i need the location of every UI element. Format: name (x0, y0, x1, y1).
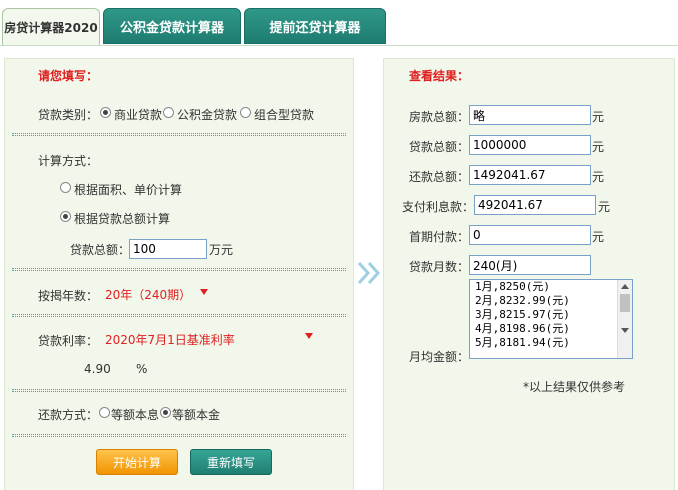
repay-total-unit: 元 (592, 170, 605, 184)
rate-value[interactable]: 4.90 (84, 362, 111, 376)
tab-label: 公积金贷款计算器 (119, 20, 224, 36)
radio-housing-fund-loan[interactable] (163, 107, 174, 118)
term-select[interactable]: 20年（240期） (105, 286, 191, 303)
result-loan-total-label: 贷款总额： (409, 140, 470, 154)
monthly-line: 3月,8215.97(元) (475, 308, 570, 321)
radio-label-equal-principal: 等额本金 (172, 408, 221, 422)
interest-label: 支付利息款： (402, 200, 475, 214)
repay-method-label: 还款方式： (38, 408, 99, 422)
chevron-down-icon[interactable] (305, 333, 313, 339)
scroll-thumb[interactable] (620, 294, 630, 312)
house-total-unit: 元 (592, 110, 605, 124)
radio-label-by-loan-total: 根据贷款总额计算 (74, 212, 171, 226)
rate-unit: % (136, 362, 148, 376)
loan-total-input[interactable] (129, 239, 207, 259)
tab-label: 提前还贷计算器 (269, 20, 361, 36)
scroll-down-icon[interactable] (621, 328, 629, 333)
radio-label-commercial: 商业贷款 (114, 108, 163, 122)
divider (12, 314, 346, 317)
form-heading: 请您填写： (38, 69, 99, 83)
interest-field[interactable] (474, 195, 596, 215)
radio-label-equal-installment: 等额本息 (111, 408, 160, 422)
divider (12, 133, 346, 136)
result-loan-total-field[interactable] (469, 135, 591, 155)
tab-label: 房贷计算器2020 (4, 21, 98, 35)
monthly-amount-textarea[interactable]: 1月,8250(元) 2月,8232.99(元) 3月,8215.97(元) 4… (469, 279, 633, 359)
radio-by-loan-total[interactable] (60, 211, 71, 222)
radio-equal-installment[interactable] (99, 407, 110, 418)
down-payment-unit: 元 (592, 230, 605, 244)
tab-housing-fund-calculator[interactable]: 公积金贷款计算器 (103, 8, 241, 44)
loan-total-unit: 万元 (209, 243, 234, 257)
divider (12, 389, 346, 392)
house-total-label: 房款总额： (409, 110, 470, 124)
loan-total-label: 贷款总额： (70, 243, 131, 257)
rate-label: 贷款利率： (38, 334, 99, 348)
monthly-line: 1月,8250(元) (475, 280, 550, 293)
radio-label-combined: 组合型贷款 (254, 108, 315, 122)
scroll-up-icon[interactable] (621, 284, 629, 289)
start-calculation-button[interactable]: 开始计算 (96, 449, 178, 475)
divider (12, 434, 346, 437)
monthly-amount-label: 月均金额： (409, 350, 470, 364)
radio-by-area[interactable] (60, 182, 71, 193)
repay-total-field[interactable] (469, 165, 591, 185)
reset-button[interactable]: 重新填写 (190, 449, 272, 475)
house-total-field[interactable] (469, 105, 591, 125)
radio-label-by-area: 根据面积、单价计算 (74, 183, 183, 197)
radio-equal-principal[interactable] (160, 407, 171, 418)
rate-select[interactable]: 2020年7月1日基准利率 (105, 331, 235, 348)
monthly-line: 5月,8181.94(元) (475, 336, 570, 349)
chevron-down-icon[interactable] (200, 289, 208, 295)
tab-mortgage-calculator[interactable]: 房贷计算器2020 (2, 8, 100, 46)
radio-commercial-loan[interactable] (100, 107, 111, 118)
down-payment-field[interactable] (469, 225, 591, 245)
loan-months-label: 贷款月数： (409, 260, 470, 274)
calc-method-label: 计算方式： (38, 154, 99, 168)
term-label: 按揭年数： (38, 289, 99, 303)
result-note: *以上结果仅供参考 (523, 380, 626, 394)
monthly-line: 4月,8198.96(元) (475, 322, 570, 335)
result-heading: 查看结果： (409, 69, 470, 83)
radio-label-housing-fund: 公积金贷款 (177, 108, 238, 122)
double-chevron-right-icon (357, 261, 381, 285)
monthly-line: 2月,8232.99(元) (475, 294, 570, 307)
down-payment-label: 首期付款： (409, 230, 470, 244)
divider (12, 268, 346, 271)
loan-months-field[interactable] (469, 255, 591, 275)
result-loan-total-unit: 元 (592, 140, 605, 154)
radio-combined-loan[interactable] (240, 107, 251, 118)
tab-prepayment-calculator[interactable]: 提前还贷计算器 (244, 8, 386, 44)
repay-total-label: 还款总额： (409, 170, 470, 184)
scrollbar[interactable] (617, 280, 632, 358)
tab-bar: 房贷计算器2020 公积金贷款计算器 提前还贷计算器 (0, 0, 678, 46)
loan-type-label: 贷款类别： (38, 108, 99, 122)
interest-unit: 元 (598, 200, 611, 214)
